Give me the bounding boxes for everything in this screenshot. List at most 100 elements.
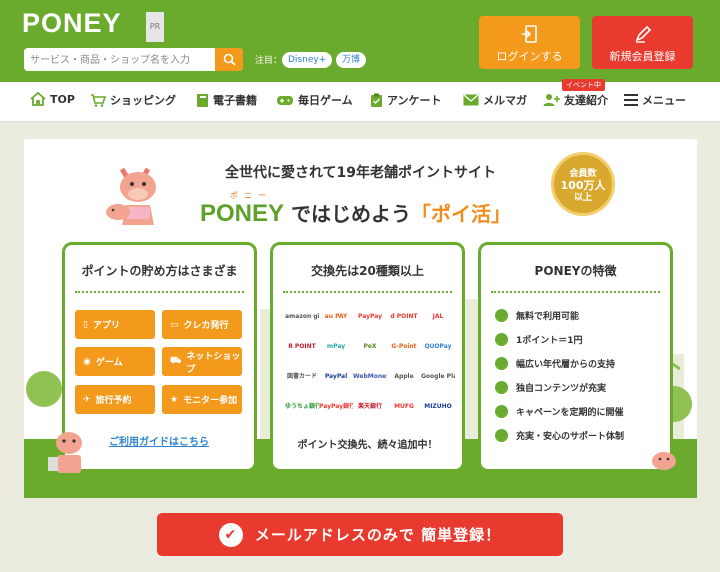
nav-label: メルマガ xyxy=(483,94,527,107)
cta-label: メールアドレスのみで 簡単登録！ xyxy=(254,526,502,544)
card-title: 交換先は20種類以上 xyxy=(311,264,424,278)
nav-item-ebook[interactable]: 電子書籍 xyxy=(196,92,257,108)
nav-label: TOP xyxy=(50,92,75,106)
check-icon: ✔ xyxy=(218,522,243,547)
exchange-logo: R POINT xyxy=(288,343,316,350)
nav-label: 毎日ゲーム xyxy=(298,94,353,107)
trending-chip-expo[interactable]: 万博 xyxy=(336,52,367,68)
feature-label: 無料で利用可能 xyxy=(516,312,580,322)
mail-icon xyxy=(463,94,479,106)
airplane-icon: ✈ xyxy=(83,394,91,405)
exchange-logo: Apple xyxy=(394,373,414,380)
divider xyxy=(283,291,452,293)
medal-line: 100万人 xyxy=(560,179,606,192)
music-icon xyxy=(495,381,508,394)
nav-item-shopping[interactable]: ショッピング xyxy=(90,92,176,108)
hero-catchphrase: PONEY ではじめよう「ポイ活」 xyxy=(200,198,511,228)
hero-panel: 全世代に愛されて19年老舗ポイントサイト ポニー PONEY ではじめよう「ポイ… xyxy=(24,139,697,498)
menu-icon xyxy=(624,94,638,106)
button-label: 旅行予約 xyxy=(95,396,132,406)
cart-icon xyxy=(91,94,106,107)
star-icon: ★ xyxy=(170,394,179,405)
trending-chip-disney[interactable]: Disney+ xyxy=(282,52,333,68)
button-label: ゲーム xyxy=(95,358,123,368)
button-label: モニター参加 xyxy=(183,396,238,406)
feature-label: 幅広い年代層からの支持 xyxy=(516,360,616,370)
search-box xyxy=(24,48,243,71)
feature-item: 1ポイント＝1円 xyxy=(495,333,583,346)
piggy-bank-icon xyxy=(106,204,130,220)
earn-app-button[interactable]: ▯ アプリ xyxy=(75,310,155,339)
exchange-card: 交換先は20種類以上 amazon gift card au PAY PayPa… xyxy=(270,242,465,472)
usage-guide-link[interactable]: ご利用ガイドはこちら xyxy=(109,433,209,448)
book-icon xyxy=(197,93,208,107)
feature-item: キャペーンを定期的に開催 xyxy=(495,405,624,418)
exchange-logo: ゆうちょ銀行 xyxy=(285,403,319,410)
pr-label: PR xyxy=(146,12,164,42)
earn-travel-button[interactable]: ✈ 旅行予約 xyxy=(75,385,155,414)
catch-brand: PONEY xyxy=(200,200,285,227)
email-register-button[interactable]: ✔ メールアドレスのみで 簡単登録！ xyxy=(157,513,563,556)
member-count-medal: 会員数 100万人 以上 xyxy=(551,152,615,216)
check-icon xyxy=(495,309,508,322)
nav-item-game[interactable]: 毎日ゲーム xyxy=(276,92,353,108)
earn-game-button[interactable]: ◉ ゲーム xyxy=(75,347,155,376)
pony-with-bag-icon xyxy=(48,432,82,473)
add-user-icon xyxy=(543,94,560,106)
event-badge: イベント中 xyxy=(562,79,605,91)
nav-item-mailmag[interactable]: メルマガ xyxy=(463,92,527,108)
feature-label: 充実・安心のサポート体制 xyxy=(516,432,625,442)
gamepad-icon: ◉ xyxy=(83,356,91,367)
exchange-logo: QUOPay xyxy=(424,343,452,350)
exchange-logo: MIZUHO xyxy=(424,403,452,410)
login-button[interactable]: ログインする xyxy=(479,16,580,69)
gamepad-icon xyxy=(277,96,293,105)
tree-icon xyxy=(495,405,508,418)
exchange-logo: G-Point xyxy=(391,343,417,350)
exchange-logo: amazon gift card xyxy=(285,313,319,320)
point-icon xyxy=(495,333,508,346)
nav-item-survey[interactable]: アンケート xyxy=(370,92,442,108)
nav-label: 友達紹介 xyxy=(564,94,608,107)
feature-item: 独自コンテンツが充実 xyxy=(495,381,606,394)
login-icon xyxy=(521,25,537,43)
search-icon xyxy=(223,53,236,66)
phone-icon: ▯ xyxy=(83,319,88,330)
attention-label: 注目： xyxy=(255,56,283,66)
search-input[interactable] xyxy=(24,49,214,71)
credit-card-icon: ▭ xyxy=(170,319,179,330)
earn-shop-button[interactable]: ⛟ ネットショップ xyxy=(162,347,242,376)
nav-item-menu[interactable]: メニュー xyxy=(624,92,686,108)
site-header: PONEY PR 注目： Disney+ 万博 ログインする 新規会員登録 xyxy=(0,0,720,82)
login-label: ログインする xyxy=(496,50,563,63)
piggy-icon xyxy=(652,452,676,470)
home-icon xyxy=(30,92,46,106)
feature-item: 無料で利用可能 xyxy=(495,309,579,322)
exchange-logo: PeX xyxy=(363,343,377,350)
earn-creditcard-button[interactable]: ▭ クレカ発行 xyxy=(162,310,242,339)
card-title: ポイントの貯め方はさまざま xyxy=(81,264,238,278)
nav-item-invite[interactable]: 友達紹介 xyxy=(543,92,608,108)
exchange-logo: MUFG xyxy=(394,403,414,410)
main-nav: TOP ショッピング 電子書籍 毎日ゲーム アンケート メルマガ 友達紹介 メニ… xyxy=(0,82,720,122)
feature-label: 1ポイント＝1円 xyxy=(516,336,583,346)
catch-highlight: 「ポイ活」 xyxy=(411,202,511,226)
exchange-logo: JAL xyxy=(432,313,444,320)
button-label: クレカ発行 xyxy=(183,321,229,331)
exchange-logo-grid: amazon gift card au PAY PayPay d POINT J… xyxy=(285,307,455,417)
nav-label: 電子書籍 xyxy=(213,94,257,107)
pen-icon xyxy=(635,25,651,43)
search-button[interactable] xyxy=(215,48,243,71)
earn-monitor-button[interactable]: ★ モニター参加 xyxy=(162,385,242,414)
feature-label: キャペーンを定期的に開催 xyxy=(516,408,624,418)
feature-label: 独自コンテンツが充実 xyxy=(516,384,607,394)
register-button[interactable]: 新規会員登録 xyxy=(592,16,693,69)
clipboard-icon xyxy=(371,93,382,107)
exchange-logo: Google Play xyxy=(421,373,455,380)
site-logo[interactable]: PONEY xyxy=(22,8,122,39)
support-icon xyxy=(495,429,508,442)
nav-item-top[interactable]: TOP xyxy=(30,92,75,106)
people-icon xyxy=(495,357,508,370)
button-label: アプリ xyxy=(92,321,120,331)
feature-item: 幅広い年代層からの支持 xyxy=(495,357,615,370)
